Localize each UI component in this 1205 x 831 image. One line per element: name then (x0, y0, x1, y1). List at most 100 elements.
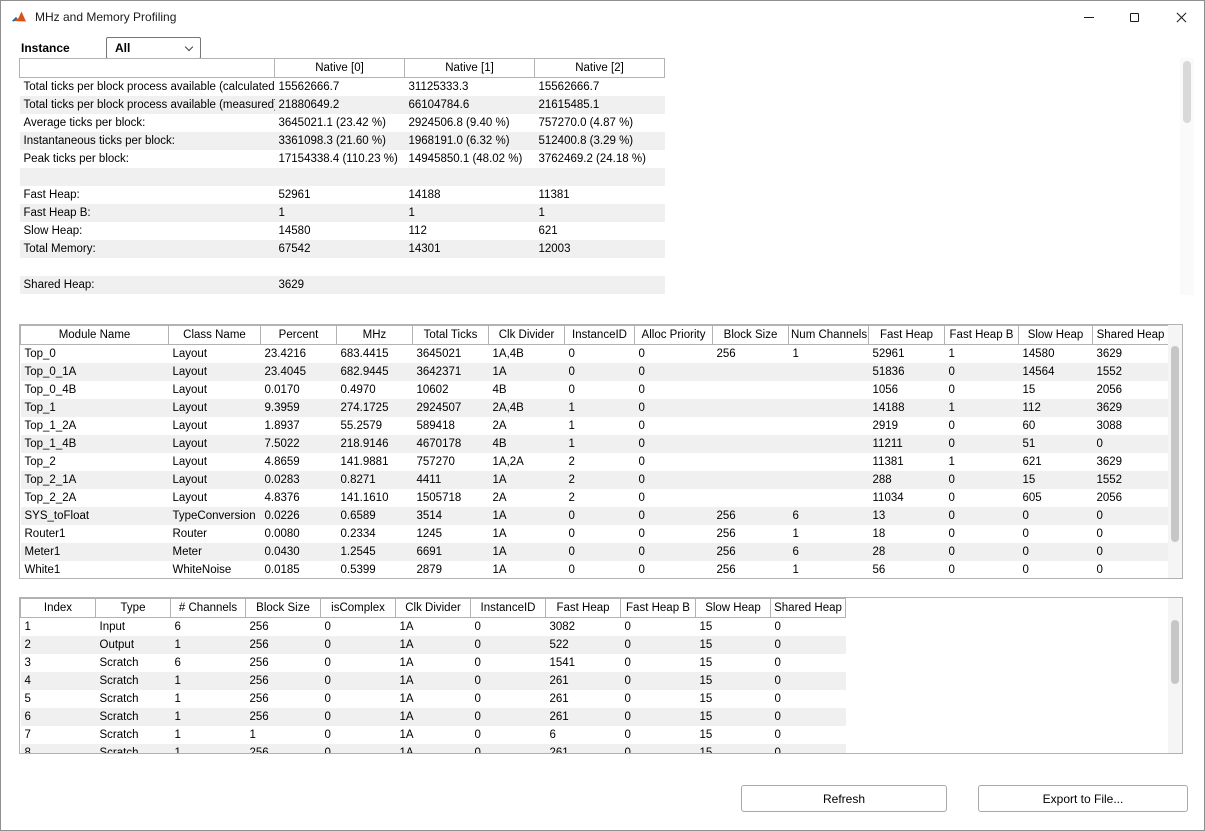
table-cell[interactable]: 3642371 (413, 363, 489, 381)
table-cell[interactable]: 14301 (405, 240, 535, 258)
table-cell[interactable]: 1 (275, 204, 405, 222)
table-cell[interactable] (713, 453, 789, 471)
table-cell[interactable] (789, 417, 869, 435)
table-cell[interactable]: 141.1610 (337, 489, 413, 507)
table-cell[interactable]: 0 (471, 636, 546, 654)
table-row[interactable]: Shared Heap:3629 (20, 276, 665, 294)
table-cell[interactable]: 51836 (869, 363, 945, 381)
table-cell[interactable]: 0 (621, 636, 696, 654)
buffer-vertical-scrollbar[interactable] (1168, 598, 1182, 753)
table-cell[interactable]: 3645021.1 (23.42 %) (275, 114, 405, 132)
column-header[interactable]: Module Name (21, 326, 169, 345)
table-cell[interactable]: 4670178 (413, 435, 489, 453)
table-cell[interactable]: 0 (471, 690, 546, 708)
table-cell[interactable]: 60 (1019, 417, 1093, 435)
table-cell[interactable]: 0 (471, 726, 546, 744)
table-cell[interactable]: 1 (405, 204, 535, 222)
table-cell[interactable]: SYS_toFloat (21, 507, 169, 525)
instance-dropdown[interactable]: All (106, 37, 201, 59)
table-cell[interactable]: 1 (565, 399, 635, 417)
table-cell[interactable]: Top_0_4B (21, 381, 169, 399)
table-cell[interactable]: Output (96, 636, 171, 654)
table-cell[interactable]: 0.0430 (261, 543, 337, 561)
table-cell[interactable]: 7 (21, 726, 96, 744)
table-cell[interactable]: 0 (635, 381, 713, 399)
table-row[interactable]: Top_1_2ALayout1.893755.25795894182A10291… (21, 417, 1169, 435)
table-cell[interactable]: 1.2545 (337, 543, 413, 561)
table-cell[interactable]: 1A (489, 507, 565, 525)
table-cell[interactable]: 21880649.2 (275, 96, 405, 114)
table-cell[interactable]: 15 (696, 744, 771, 755)
table-cell[interactable]: 0 (1019, 525, 1093, 543)
table-cell[interactable]: 6 (789, 507, 869, 525)
table-cell[interactable]: 112 (1019, 399, 1093, 417)
table-cell[interactable] (275, 168, 405, 186)
table-cell[interactable]: 3082 (546, 618, 621, 636)
table-cell[interactable]: 0 (635, 507, 713, 525)
table-cell[interactable]: 256 (713, 543, 789, 561)
table-cell[interactable] (789, 489, 869, 507)
table-cell[interactable]: 1 (945, 453, 1019, 471)
table-cell[interactable]: 0.6589 (337, 507, 413, 525)
table-cell[interactable]: 15 (696, 672, 771, 690)
table-cell[interactable]: 621 (535, 222, 665, 240)
column-header[interactable]: InstanceID (565, 326, 635, 345)
table-cell[interactable]: 6 (789, 543, 869, 561)
table-cell[interactable]: Layout (169, 345, 261, 363)
table-cell[interactable]: 288 (869, 471, 945, 489)
table-cell[interactable]: 0 (321, 690, 396, 708)
table-cell[interactable]: 0.0185 (261, 561, 337, 579)
table-row[interactable]: 1Input625601A030820150 (21, 618, 846, 636)
table-cell[interactable]: 0 (1093, 507, 1169, 525)
table-cell[interactable]: 1 (789, 525, 869, 543)
table-cell[interactable]: 757270.0 (4.87 %) (535, 114, 665, 132)
table-cell[interactable] (789, 435, 869, 453)
table-cell[interactable]: 0 (635, 525, 713, 543)
scrollbar-thumb[interactable] (1171, 346, 1179, 542)
table-cell[interactable]: Scratch (96, 744, 171, 755)
table-cell[interactable]: 6 (171, 654, 246, 672)
table-cell[interactable]: 605 (1019, 489, 1093, 507)
table-cell[interactable]: Layout (169, 381, 261, 399)
table-cell[interactable]: 0 (565, 561, 635, 579)
table-cell[interactable]: 1A (396, 726, 471, 744)
column-header[interactable]: Native [2] (535, 59, 665, 78)
table-row[interactable]: Average ticks per block:3645021.1 (23.42… (20, 114, 665, 132)
table-cell[interactable]: Average ticks per block: (20, 114, 275, 132)
table-cell[interactable]: 9.3959 (261, 399, 337, 417)
table-cell[interactable]: Scratch (96, 708, 171, 726)
table-cell[interactable] (275, 258, 405, 276)
table-cell[interactable]: 1 (21, 618, 96, 636)
table-cell[interactable]: 0 (635, 471, 713, 489)
table-cell[interactable] (789, 399, 869, 417)
table-cell[interactable] (535, 258, 665, 276)
table-cell[interactable]: 12003 (535, 240, 665, 258)
table-cell[interactable]: 6 (546, 726, 621, 744)
table-cell[interactable]: 1A (489, 561, 565, 579)
table-cell[interactable]: 0 (321, 654, 396, 672)
table-row[interactable]: Meter1Meter0.04301.254566911A00256628000 (21, 543, 1169, 561)
table-row[interactable]: White1WhiteNoise0.01850.539928791A002561… (21, 561, 1169, 579)
table-cell[interactable]: 0 (621, 654, 696, 672)
table-cell[interactable]: Top_1_4B (21, 435, 169, 453)
table-cell[interactable]: 51 (1019, 435, 1093, 453)
table-cell[interactable]: 0 (945, 507, 1019, 525)
table-cell[interactable]: WhiteNoise (169, 561, 261, 579)
table-cell[interactable]: Top_2_2A (21, 489, 169, 507)
table-cell[interactable]: 1A (396, 636, 471, 654)
table-cell[interactable]: 256 (246, 744, 321, 755)
table-cell[interactable]: 52961 (275, 186, 405, 204)
table-cell[interactable]: Input (96, 618, 171, 636)
table-cell[interactable]: 0 (945, 363, 1019, 381)
table-cell[interactable] (789, 453, 869, 471)
table-cell[interactable]: Layout (169, 399, 261, 417)
table-row[interactable]: Top_2_1ALayout0.02830.827144111A20288015… (21, 471, 1169, 489)
table-cell[interactable]: Top_1_2A (21, 417, 169, 435)
table-cell[interactable]: 0 (565, 345, 635, 363)
table-cell[interactable]: 0 (565, 543, 635, 561)
table-cell[interactable]: Router1 (21, 525, 169, 543)
table-cell[interactable]: 1A (396, 672, 471, 690)
table-cell[interactable] (713, 489, 789, 507)
table-row[interactable]: SYS_toFloatTypeConversion0.02260.6589351… (21, 507, 1169, 525)
table-cell[interactable]: 0 (1093, 525, 1169, 543)
